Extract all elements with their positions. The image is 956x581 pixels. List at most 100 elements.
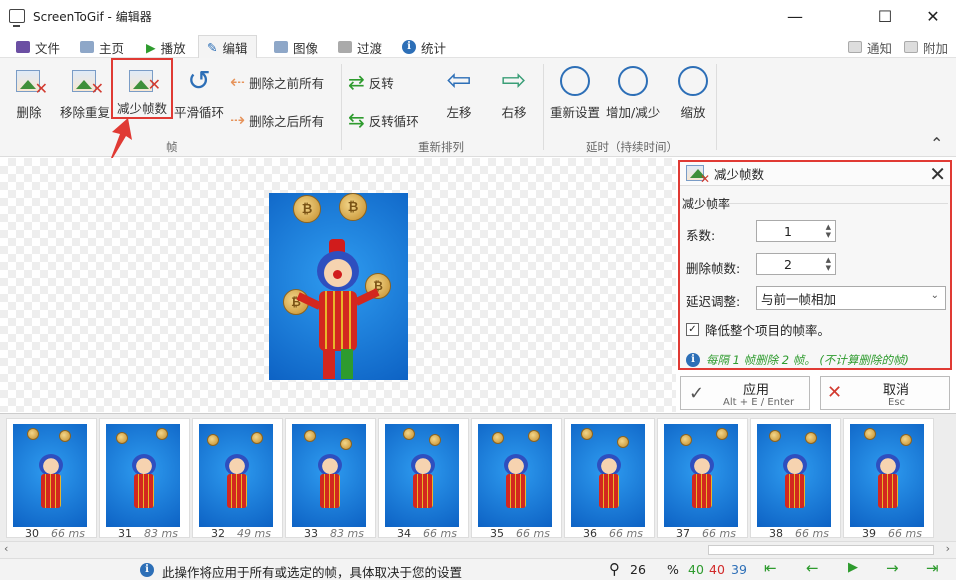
yoyo-label: 反转循环 <box>368 113 419 129</box>
smooth-loop-button[interactable]: ↺ 平滑循环 <box>174 66 224 121</box>
scroll-right-icon[interactable]: › <box>946 542 950 555</box>
previous-frame-icon[interactable]: ← <box>806 559 819 577</box>
apply-label: 应用 <box>743 383 770 398</box>
move-left-label: 左移 <box>446 105 472 120</box>
frame-thumbnail[interactable]: 31 83 ms <box>99 418 190 540</box>
frame-number: 31 <box>118 527 132 540</box>
factor-stepper[interactable]: 1 ▲ ▼ <box>756 220 836 242</box>
frame-thumbnail[interactable]: 37 66 ms <box>657 418 748 540</box>
panel-info: i 每隔 1 帧删除 2 帧。 (不计算删除的帧) <box>686 352 909 368</box>
tab-home-label: 主页 <box>99 40 125 56</box>
apply-shortcut: Alt + E / Enter <box>723 397 795 408</box>
next-frame-icon[interactable]: → <box>886 559 899 577</box>
tab-home[interactable]: 主页 <box>80 36 124 58</box>
frame-thumbnail[interactable]: 38 66 ms <box>750 418 841 540</box>
minimize-button[interactable]: — <box>772 0 818 32</box>
tab-statistics[interactable]: i 统计 <box>402 36 446 58</box>
remove-duplicates-icon: ✕ <box>70 66 104 98</box>
delete-button[interactable]: ✕ 删除 <box>14 66 48 121</box>
delay-adjust-select[interactable]: 与前一帧相加 ⌄ <box>756 286 946 310</box>
play-icon[interactable]: ▶ <box>848 560 858 575</box>
tab-play[interactable]: ▶ 播放 <box>146 36 186 58</box>
reduce-frames-button[interactable]: ✕ 减少帧数 <box>111 58 173 119</box>
delete-frame-icon: ✕ <box>14 66 48 98</box>
filmstrip-scrollbar[interactable]: ‹ › <box>0 541 956 558</box>
frame-number: 37 <box>676 527 690 540</box>
reverse-button[interactable]: ⇄ 反转 <box>348 70 394 94</box>
delete-next-button[interactable]: ⇢ 删除之后所有 <box>230 110 324 131</box>
tab-file-label: 文件 <box>35 40 61 56</box>
yoyo-button[interactable]: ⇆ 反转循环 <box>348 108 419 132</box>
override-delay-button[interactable]: 重新设置 <box>550 66 600 121</box>
remove-duplicates-button[interactable]: ✕ 移除重复 <box>60 66 110 121</box>
extras-button[interactable]: 附加 <box>904 36 948 58</box>
increase-decrease-button[interactable]: 增加/减少 <box>606 66 660 121</box>
frame-thumbnail[interactable]: 32 49 ms <box>192 418 283 540</box>
move-right-label: 右移 <box>501 105 527 120</box>
zoom-value[interactable]: 26 <box>630 562 646 577</box>
extras-icon <box>904 41 918 53</box>
panel-close-icon[interactable]: ✕ <box>929 162 946 186</box>
play-icon: ▶ <box>146 39 156 55</box>
frame-filmstrip[interactable]: 30 66 ms 31 83 ms 32 49 ms 33 83 ms 34 66 ms … <box>0 413 956 541</box>
delete-previous-button[interactable]: ⇠ 删除之前所有 <box>230 72 324 93</box>
remove-count-stepper[interactable]: 2 ▲ ▼ <box>756 253 836 275</box>
app-icon <box>9 9 25 27</box>
tab-image-label: 图像 <box>293 40 319 56</box>
frame-group-label: 帧 <box>166 140 178 154</box>
frame-number: 30 <box>25 527 39 540</box>
yoyo-icon: ⇆ <box>348 108 365 132</box>
frame-thumbnail[interactable]: 33 83 ms <box>285 418 376 540</box>
frame-thumbnail[interactable]: 39 66 ms <box>843 418 934 540</box>
first-frame-icon[interactable]: ⇤ <box>764 559 777 577</box>
cancel-button[interactable]: ✕ 取消 Esc <box>820 376 950 410</box>
tab-file[interactable]: 文件 <box>16 36 60 58</box>
frame-delay: 83 ms <box>144 527 178 540</box>
frame-delay: 66 ms <box>795 527 829 540</box>
group-separator <box>341 64 342 150</box>
close-button[interactable]: ✕ <box>910 0 956 32</box>
scale-button[interactable]: 缩放 <box>678 66 708 121</box>
check-icon: ✓ <box>689 383 705 404</box>
scroll-left-icon[interactable]: ‹ <box>4 542 8 555</box>
maximize-button[interactable]: ☐ <box>862 0 908 32</box>
info-icon: i <box>402 40 416 54</box>
remove-count-value: 2 <box>784 256 792 272</box>
info-icon: i <box>686 353 700 367</box>
tab-transition-label: 过渡 <box>357 40 383 56</box>
loop-icon: ↺ <box>187 64 211 97</box>
notification-button[interactable]: 通知 <box>848 36 892 58</box>
transition-icon <box>338 41 352 53</box>
clock-icon <box>560 66 590 96</box>
frame-thumbnail[interactable]: 35 66 ms <box>471 418 562 540</box>
frame-thumbnail[interactable]: 30 66 ms <box>6 418 97 540</box>
frame-delay: 66 ms <box>516 527 550 540</box>
delay-group-label: 延时（持续时间） <box>586 140 678 154</box>
tab-transition[interactable]: 过渡 <box>338 36 382 58</box>
info-icon: i <box>140 563 154 577</box>
tab-image[interactable]: 图像 <box>274 36 318 58</box>
menu-bar: 文件 主页 ▶ 播放 ✎ 编辑 图像 过渡 i 统计 通知 附加 <box>0 32 956 59</box>
stepper-arrows-icon[interactable]: ▲ ▼ <box>826 223 831 239</box>
extras-label: 附加 <box>923 40 949 56</box>
tab-edit[interactable]: ✎ 编辑 <box>198 35 257 59</box>
smooth-loop-label: 平滑循环 <box>174 105 225 120</box>
tab-play-label: 播放 <box>160 40 186 56</box>
reduce-project-checkbox-row[interactable]: ✓ 降低整个项目的帧率。 <box>686 320 830 339</box>
scroll-thumb[interactable] <box>708 545 934 555</box>
frame-thumbnail[interactable]: 36 66 ms <box>564 418 655 540</box>
reduce-project-checkbox[interactable]: ✓ <box>686 323 699 336</box>
move-left-button[interactable]: ⇦ 左移 <box>444 66 474 121</box>
reduce-project-label: 降低整个项目的帧率。 <box>705 323 831 338</box>
reduce-frames-panel: ✕ 减少帧数 ✕ 减少帧率 系数: 1 ▲ ▼ 删除帧数: 2 ▲ ▼ 延迟调整: … <box>678 160 952 370</box>
frame-number: 36 <box>583 527 597 540</box>
last-frame-icon[interactable]: ⇥ <box>926 559 939 577</box>
move-right-button[interactable]: ⇨ 右移 <box>499 66 529 121</box>
collapse-ribbon-icon[interactable]: ⌃ <box>930 134 943 153</box>
apply-button[interactable]: ✓ 应用 Alt + E / Enter <box>680 376 810 410</box>
stepper-arrows-icon[interactable]: ▲ ▼ <box>826 256 831 272</box>
frame-thumbnail[interactable]: 34 66 ms <box>378 418 469 540</box>
delete-next-label: 删除之后所有 <box>249 114 325 129</box>
editor-canvas[interactable]: ₿ ₿ ₿ ₿ <box>0 158 676 412</box>
remove-count-label: 删除帧数: <box>686 261 741 276</box>
